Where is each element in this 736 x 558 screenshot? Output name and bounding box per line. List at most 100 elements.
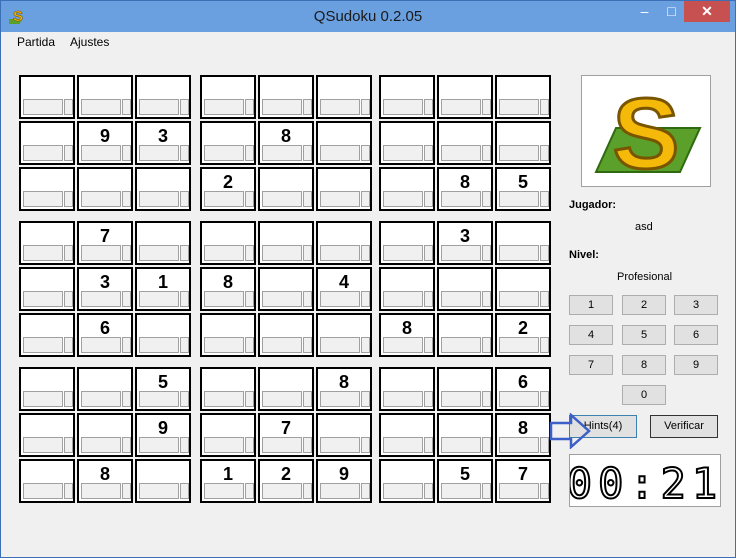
cell-spin-button[interactable] [482, 99, 491, 115]
cell-note-field[interactable] [499, 437, 539, 453]
cell-note-field[interactable] [320, 483, 360, 499]
cell-note-field[interactable] [499, 291, 539, 307]
cell-note-field[interactable] [23, 291, 63, 307]
cell-note-field[interactable] [23, 191, 63, 207]
cell-note-field[interactable] [383, 145, 423, 161]
sudoku-cell[interactable]: 8 [437, 167, 493, 211]
number-button-4[interactable]: 4 [569, 325, 613, 345]
sudoku-cell[interactable] [258, 367, 314, 411]
cell-spin-button[interactable] [540, 483, 549, 499]
number-button-9[interactable]: 9 [674, 355, 718, 375]
sudoku-cell[interactable] [200, 413, 256, 457]
cell-spin-button[interactable] [540, 291, 549, 307]
sudoku-cell[interactable]: 5 [135, 367, 191, 411]
cell-spin-button[interactable] [361, 291, 370, 307]
cell-spin-button[interactable] [540, 437, 549, 453]
menu-partida[interactable]: Partida [17, 35, 55, 49]
cell-note-field[interactable] [23, 245, 63, 261]
cell-spin-button[interactable] [245, 99, 254, 115]
sudoku-cell[interactable] [437, 121, 493, 165]
sudoku-cell[interactable]: 2 [495, 313, 551, 357]
minimize-button[interactable]: – [631, 1, 658, 22]
cell-spin-button[interactable] [361, 145, 370, 161]
sudoku-cell[interactable] [379, 367, 435, 411]
sudoku-cell[interactable]: 4 [316, 267, 372, 311]
number-button-7[interactable]: 7 [569, 355, 613, 375]
sudoku-cell[interactable]: 7 [495, 459, 551, 503]
sudoku-cell[interactable] [19, 221, 75, 265]
sudoku-cell[interactable]: 8 [258, 121, 314, 165]
sudoku-cell[interactable] [200, 367, 256, 411]
cell-spin-button[interactable] [245, 291, 254, 307]
sudoku-cell[interactable]: 2 [258, 459, 314, 503]
sudoku-cell[interactable]: 2 [200, 167, 256, 211]
cell-note-field[interactable] [262, 291, 302, 307]
sudoku-cell[interactable] [19, 75, 75, 119]
sudoku-cell[interactable] [19, 121, 75, 165]
cell-note-field[interactable] [262, 191, 302, 207]
cell-note-field[interactable] [441, 483, 481, 499]
cell-spin-button[interactable] [245, 337, 254, 353]
sudoku-cell[interactable] [135, 75, 191, 119]
cell-note-field[interactable] [204, 391, 244, 407]
cell-note-field[interactable] [204, 191, 244, 207]
cell-note-field[interactable] [81, 291, 121, 307]
cell-note-field[interactable] [441, 145, 481, 161]
cell-spin-button[interactable] [424, 99, 433, 115]
cell-spin-button[interactable] [122, 337, 131, 353]
cell-note-field[interactable] [499, 391, 539, 407]
sudoku-cell[interactable]: 6 [77, 313, 133, 357]
sudoku-cell[interactable]: 3 [135, 121, 191, 165]
cell-spin-button[interactable] [424, 337, 433, 353]
sudoku-cell[interactable]: 9 [316, 459, 372, 503]
cell-spin-button[interactable] [122, 245, 131, 261]
cell-spin-button[interactable] [245, 245, 254, 261]
sudoku-cell[interactable] [19, 167, 75, 211]
cell-note-field[interactable] [139, 483, 179, 499]
cell-note-field[interactable] [383, 437, 423, 453]
cell-note-field[interactable] [262, 337, 302, 353]
cell-spin-button[interactable] [361, 483, 370, 499]
cell-note-field[interactable] [204, 245, 244, 261]
cell-spin-button[interactable] [180, 391, 189, 407]
sudoku-cell[interactable] [316, 413, 372, 457]
cell-spin-button[interactable] [122, 291, 131, 307]
cell-spin-button[interactable] [424, 191, 433, 207]
sudoku-cell[interactable] [379, 75, 435, 119]
number-button-5[interactable]: 5 [622, 325, 666, 345]
cell-note-field[interactable] [204, 291, 244, 307]
cell-note-field[interactable] [441, 191, 481, 207]
cell-note-field[interactable] [81, 437, 121, 453]
cell-spin-button[interactable] [482, 291, 491, 307]
cell-note-field[interactable] [383, 391, 423, 407]
cell-note-field[interactable] [139, 245, 179, 261]
cell-spin-button[interactable] [361, 391, 370, 407]
verify-button[interactable]: Verificar [650, 415, 718, 438]
cell-spin-button[interactable] [361, 245, 370, 261]
menu-ajustes[interactable]: Ajustes [70, 35, 109, 49]
cell-spin-button[interactable] [303, 437, 312, 453]
sudoku-cell[interactable] [77, 75, 133, 119]
cell-spin-button[interactable] [303, 245, 312, 261]
cell-note-field[interactable] [320, 99, 360, 115]
close-button[interactable]: ✕ [684, 1, 730, 22]
cell-spin-button[interactable] [540, 391, 549, 407]
cell-note-field[interactable] [441, 245, 481, 261]
cell-note-field[interactable] [81, 337, 121, 353]
sudoku-cell[interactable] [77, 413, 133, 457]
cell-spin-button[interactable] [361, 99, 370, 115]
cell-spin-button[interactable] [122, 99, 131, 115]
sudoku-cell[interactable] [379, 267, 435, 311]
number-button-0[interactable]: 0 [622, 385, 666, 405]
cell-note-field[interactable] [499, 245, 539, 261]
cell-spin-button[interactable] [64, 99, 73, 115]
cell-note-field[interactable] [204, 483, 244, 499]
number-button-3[interactable]: 3 [674, 295, 718, 315]
sudoku-cell[interactable] [258, 75, 314, 119]
cell-spin-button[interactable] [64, 191, 73, 207]
cell-spin-button[interactable] [245, 437, 254, 453]
sudoku-cell[interactable] [495, 75, 551, 119]
cell-spin-button[interactable] [64, 291, 73, 307]
cell-note-field[interactable] [81, 483, 121, 499]
sudoku-cell[interactable] [316, 167, 372, 211]
